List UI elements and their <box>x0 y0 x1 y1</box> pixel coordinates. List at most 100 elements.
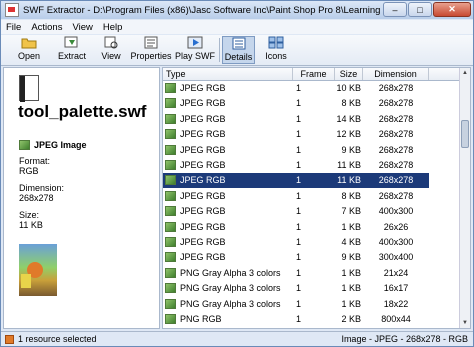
status-bar: 1 resource selected Image - JPEG - 268x2… <box>1 331 473 346</box>
table-row[interactable]: PNG Gray Alpha 3 colors 1 1 KB 18x22 <box>163 297 429 312</box>
table-row[interactable]: JPEG RGB 1 14 KB 268x278 <box>163 112 429 127</box>
cell-frame: 1 <box>296 221 302 232</box>
cell-frame: 1 <box>296 206 302 217</box>
table-row[interactable]: JPEG RGB 1 9 KB 300x400 <box>163 250 429 265</box>
folder-icon <box>21 38 37 49</box>
close-button[interactable]: ✕ <box>433 2 471 17</box>
cell-type: JPEG RGB <box>180 237 226 247</box>
cell-size: 4 KB <box>341 237 361 247</box>
cell-type: JPEG RGB <box>180 113 226 124</box>
menu-file[interactable]: File <box>1 22 26 33</box>
cell-dimension: 268x278 <box>378 190 414 201</box>
title-bar[interactable]: SWF Extractor - D:\Program Files (x86)\J… <box>1 1 473 19</box>
app-window: SWF Extractor - D:\Program Files (x86)\J… <box>0 0 474 347</box>
cell-dimension: 800x44 <box>381 314 411 324</box>
image-icon <box>165 283 176 294</box>
table-row[interactable]: JPEG RGB 1 9 KB 268x278 <box>163 143 429 158</box>
cell-frame: 1 <box>296 314 302 324</box>
cell-dimension: 268x278 <box>378 83 414 93</box>
scroll-thumb[interactable] <box>461 120 469 148</box>
column-dimension[interactable]: Dimension <box>363 68 429 80</box>
swf-file-icon <box>19 75 39 102</box>
cell-dimension: 16x17 <box>383 283 409 294</box>
table-row[interactable]: JPEG RGB 1 1 KB 26x26 <box>163 220 429 235</box>
cell-dimension: 268x278 <box>378 129 414 140</box>
cell-type: JPEG RGB <box>180 98 226 109</box>
list-header: Type Frame Size Dimension <box>163 68 463 81</box>
scroll-down-icon[interactable]: ▼ <box>461 319 469 327</box>
toolbar: Open Extract View Properties Play SWF De… <box>1 35 473 66</box>
properties-icon <box>144 36 158 49</box>
column-frame[interactable]: Frame <box>293 68 335 80</box>
play-swf-label: Play SWF <box>175 51 216 61</box>
image-icon <box>165 144 176 155</box>
table-row[interactable]: JPEG RGB 1 10 KB 268x278 <box>163 81 429 96</box>
icons-view-button[interactable]: Icons <box>259 36 293 64</box>
scroll-up-icon[interactable]: ▲ <box>461 69 469 77</box>
open-label: Open <box>17 51 41 61</box>
cell-dimension: 268x278 <box>378 144 414 155</box>
table-row[interactable]: JPEG RGB 1 12 KB 268x278 <box>163 127 429 142</box>
cell-size: 11 KB <box>337 175 361 186</box>
cell-frame: 1 <box>296 83 302 93</box>
icons-icon <box>268 36 284 49</box>
cell-frame: 1 <box>296 190 302 201</box>
cell-frame: 1 <box>296 283 302 294</box>
play-swf-button[interactable]: Play SWF <box>175 36 215 64</box>
details-view-button[interactable]: Details <box>222 36 255 64</box>
resource-list: Type Frame Size Dimension JPEG RGB 1 10 KB… <box>162 67 471 329</box>
cell-dimension: 268x278 <box>378 98 414 109</box>
properties-button[interactable]: Properties <box>129 36 173 64</box>
format-label: Format: <box>19 156 51 166</box>
cell-type: JPEG RGB <box>180 160 226 170</box>
image-icon <box>165 160 176 170</box>
image-icon <box>165 190 176 201</box>
preview-panel: tool_palette.swf JPEG Image Format: RGB … <box>3 67 160 329</box>
table-row[interactable]: PNG RGB 1 2 KB 800x44 <box>163 312 429 327</box>
table-row[interactable]: PNG Gray Alpha 3 colors 1 1 KB 21x24 <box>163 266 429 281</box>
format-value: RGB <box>19 166 39 176</box>
cell-frame: 1 <box>296 129 302 140</box>
dimension-label: Dimension: <box>19 183 65 193</box>
table-row[interactable]: JPEG RGB 1 8 KB 268x278 <box>163 189 429 204</box>
menu-help[interactable]: Help <box>98 22 128 33</box>
image-icon <box>165 206 176 217</box>
table-row[interactable]: JPEG RGB 1 8 KB 268x278 <box>163 96 429 111</box>
cell-type: JPEG RGB <box>180 83 226 93</box>
menu-actions[interactable]: Actions <box>26 22 67 33</box>
image-icon <box>165 237 176 247</box>
table-row[interactable]: JPEG RGB 1 4 KB 400x300 <box>163 235 429 250</box>
vertical-scrollbar[interactable]: ▲ ▼ <box>459 68 470 328</box>
table-row[interactable]: PNG Gray Alpha 3 colors 1 1 KB 16x17 <box>163 281 429 296</box>
selected-type-label: JPEG Image <box>34 140 87 150</box>
minimize-button[interactable]: – <box>383 2 407 17</box>
play-icon <box>187 36 203 49</box>
table-row[interactable]: JPEG RGB 1 11 KB 268x278 <box>163 173 429 189</box>
maximize-button[interactable]: □ <box>408 2 432 17</box>
cell-type: PNG Gray Alpha 3 colors <box>180 267 281 278</box>
view-button[interactable]: View <box>95 36 127 64</box>
image-thumbnail <box>19 244 57 296</box>
image-icon <box>165 113 176 124</box>
table-row[interactable]: JPEG RGB 1 7 KB 400x300 <box>163 204 429 219</box>
cell-size: 14 KB <box>336 113 361 124</box>
cell-frame: 1 <box>296 267 302 278</box>
cell-dimension: 400x300 <box>378 206 414 217</box>
image-icon <box>19 140 30 150</box>
table-row[interactable]: JPEG RGB 1 11 KB 268x278 <box>163 158 429 173</box>
column-type[interactable]: Type <box>163 68 293 80</box>
column-size[interactable]: Size <box>335 68 363 80</box>
extract-button[interactable]: Extract <box>51 36 93 64</box>
selected-resource-type: JPEG Image <box>19 140 87 150</box>
cell-size: 9 KB <box>341 252 361 263</box>
icons-label: Icons <box>265 51 287 61</box>
cell-size: 1 KB <box>341 221 361 232</box>
details-label: Details <box>224 52 253 62</box>
cell-size: 8 KB <box>341 98 361 109</box>
cell-size: 1 KB <box>341 283 361 294</box>
menu-view[interactable]: View <box>67 22 97 33</box>
cell-size: 1 KB <box>341 267 361 278</box>
cell-frame: 1 <box>296 160 302 170</box>
image-icon <box>165 267 176 278</box>
open-button[interactable]: Open <box>9 36 49 64</box>
